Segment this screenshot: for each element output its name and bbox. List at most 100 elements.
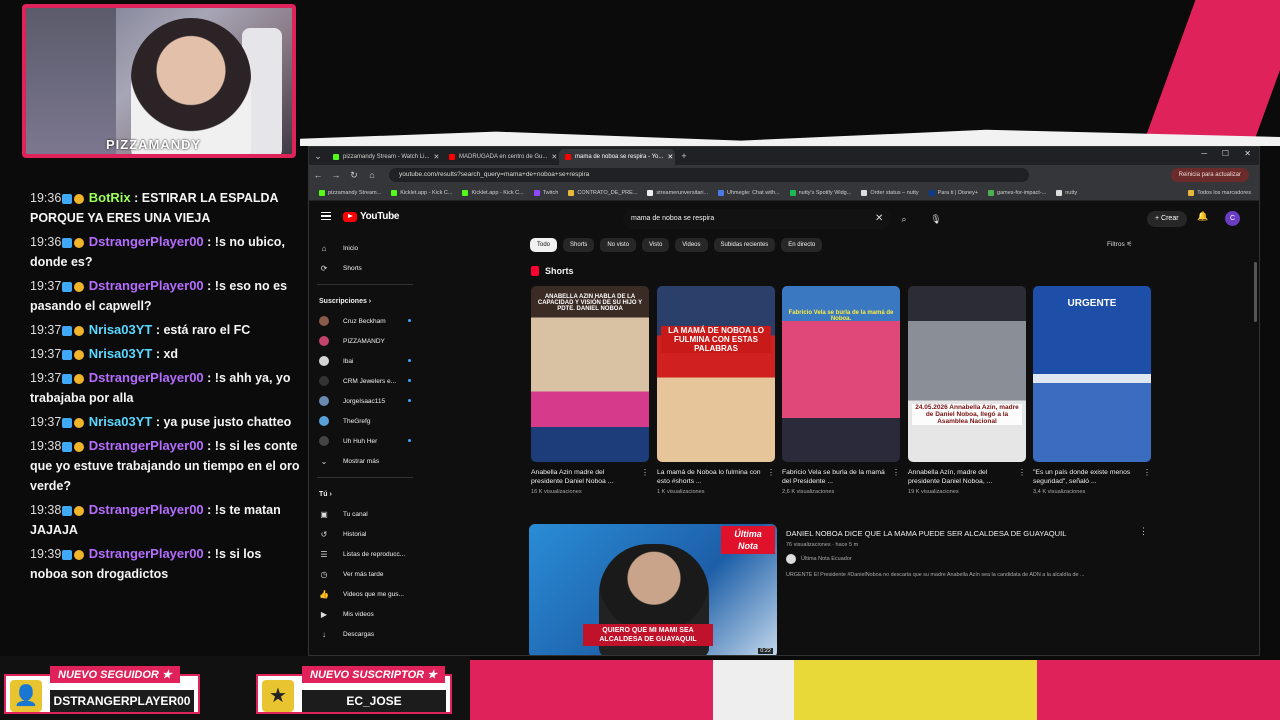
bookmark-item[interactable]: CONTRATO_DE_PRE... bbox=[568, 189, 637, 196]
short-card[interactable]: 24.05.2026 Annabella Azín, madre de Dani… bbox=[908, 286, 1026, 495]
home-icon[interactable]: ⌂ bbox=[363, 170, 381, 180]
sidebar-item-you[interactable]: 👍 Videos que me gus... bbox=[309, 584, 421, 604]
close-window-icon[interactable]: ✕ bbox=[1244, 149, 1251, 158]
sidebar-item-subscription[interactable]: TheGrefg bbox=[309, 411, 421, 431]
short-thumbnail[interactable]: Fabricio Vela se burla de la mamá de Nob… bbox=[782, 286, 900, 462]
subscriptions-header[interactable]: Suscripciones › bbox=[309, 291, 421, 311]
bookmark-item[interactable]: nutty's Spotify Widg... bbox=[789, 189, 851, 196]
short-thumbnail[interactable]: ANABELLA AZIN HABLA DE LA CAPACIDAD Y VI… bbox=[531, 286, 649, 462]
short-title[interactable]: Annabella Azín, madre del presidente Dan… bbox=[908, 468, 1026, 486]
bookmark-item[interactable]: Twitch bbox=[533, 189, 558, 196]
chat-username[interactable]: DstrangerPlayer00 bbox=[89, 370, 204, 385]
more-options-icon[interactable]: ⋮ bbox=[641, 468, 649, 477]
close-icon[interactable]: ✕ bbox=[433, 153, 439, 161]
short-title[interactable]: "Es un país donde existe menos seguridad… bbox=[1033, 468, 1151, 486]
more-options-icon[interactable]: ⋮ bbox=[892, 468, 900, 477]
you-header[interactable]: Tú › bbox=[309, 484, 421, 504]
close-icon[interactable]: ✕ bbox=[667, 153, 673, 161]
bookmark-item[interactable]: Kicklet.app - Kick C... bbox=[391, 189, 452, 196]
chat-username[interactable]: Nrisa03YT bbox=[89, 414, 153, 429]
forward-icon[interactable]: → bbox=[327, 170, 345, 180]
chat-username[interactable]: DstrangerPlayer00 bbox=[89, 234, 204, 249]
sidebar-item-subscription[interactable]: PIZZAMANDY bbox=[309, 331, 421, 351]
hamburger-menu-icon[interactable] bbox=[321, 212, 331, 220]
notifications-bell-icon[interactable]: 🔔 bbox=[1197, 211, 1208, 222]
more-options-icon[interactable]: ⋮ bbox=[767, 468, 775, 477]
sidebar-item-subscription[interactable]: JorgeIsaac115 bbox=[309, 391, 421, 411]
sidebar-item-inicio[interactable]: ⌂ Inicio bbox=[309, 238, 421, 258]
tab-youtube-madrugada[interactable]: MADRUGADA en centro de Gu... ✕ bbox=[443, 149, 559, 165]
account-avatar[interactable]: C bbox=[1225, 211, 1240, 226]
bookmark-item[interactable]: streamerunversitari... bbox=[647, 189, 708, 196]
sidebar-item-you[interactable]: ◷ Ver más tarde bbox=[309, 564, 421, 584]
filter-chip[interactable]: Subidas recientes bbox=[713, 238, 776, 252]
short-title[interactable]: Fabricio Vela se burla de la mamá del Pr… bbox=[782, 468, 900, 486]
short-card[interactable]: Fabricio Vela se burla de la mamá de Nob… bbox=[782, 286, 900, 495]
filter-chip[interactable]: Todo bbox=[530, 238, 558, 252]
filter-chip[interactable]: Shorts bbox=[563, 238, 595, 252]
chat-username[interactable]: DstrangerPlayer00 bbox=[89, 546, 204, 561]
filter-chip[interactable]: En directo bbox=[781, 238, 823, 252]
create-button[interactable]: + Crear bbox=[1147, 211, 1187, 227]
scrollbar[interactable] bbox=[1254, 262, 1257, 322]
relaunch-button[interactable]: Reinicia para actualizar bbox=[1170, 168, 1249, 182]
chat-username[interactable]: BotRix bbox=[89, 190, 131, 205]
maximize-icon[interactable]: ☐ bbox=[1222, 149, 1229, 158]
chat-username[interactable]: DstrangerPlayer00 bbox=[89, 438, 204, 453]
microphone-icon[interactable]: 🎙 bbox=[927, 210, 945, 228]
filter-chip[interactable]: Videos bbox=[675, 238, 708, 252]
video-thumbnail[interactable]: Última Nota QUIERO QUE MI MAMI SEA ALCALD… bbox=[529, 524, 777, 655]
sidebar-item-you[interactable]: ☰ Listas de reproducc... bbox=[309, 544, 421, 564]
short-card[interactable]: ANABELLA AZIN HABLA DE LA CAPACIDAD Y VI… bbox=[531, 286, 649, 495]
chat-username[interactable]: Nrisa03YT bbox=[89, 346, 153, 361]
reload-icon[interactable]: ↻ bbox=[345, 170, 363, 181]
filters-button[interactable]: Filtros ⚟ bbox=[1107, 240, 1132, 248]
chat-username[interactable]: Nrisa03YT bbox=[89, 322, 153, 337]
bookmark-item[interactable]: Todos los marcadores bbox=[1188, 189, 1251, 196]
bookmark-item[interactable]: games-for-impact-... bbox=[988, 189, 1046, 196]
tab-list-icon[interactable]: ⌄ bbox=[309, 151, 327, 162]
short-title[interactable]: Anabella Azin madre del presidente Danie… bbox=[531, 468, 649, 486]
bookmark-item[interactable]: Kicklet.app - Kick C... bbox=[462, 189, 524, 196]
short-thumbnail[interactable]: 24.05.2026 Annabella Azín, madre de Dani… bbox=[908, 286, 1026, 462]
bookmark-item[interactable]: Uhmegle: Chat with... bbox=[718, 189, 780, 196]
filter-chip[interactable]: Visto bbox=[642, 238, 670, 252]
search-input[interactable]: mama de noboa se respira bbox=[623, 209, 891, 229]
more-options-icon[interactable]: ⋮ bbox=[1139, 526, 1148, 537]
back-icon[interactable]: ← bbox=[309, 170, 327, 180]
sidebar-item-you[interactable]: ▣ Tu canal bbox=[309, 504, 421, 524]
chat-username[interactable]: DstrangerPlayer00 bbox=[89, 502, 204, 517]
short-card[interactable]: LA MAMÁ DE NOBOA LO FULMINA CON ESTAS PA… bbox=[657, 286, 775, 495]
url-field[interactable]: youtube.com/results?search_query=mama+de… bbox=[389, 168, 1029, 182]
sidebar-item-subscription[interactable]: Ibai bbox=[309, 351, 421, 371]
sidebar-item-shorts[interactable]: ⟳ Shorts bbox=[309, 258, 421, 278]
sidebar-item-subscription[interactable]: Cruz Beckham bbox=[309, 311, 421, 331]
short-card[interactable]: URGENTE "Es un país donde existe menos se… bbox=[1033, 286, 1151, 495]
chat-username[interactable]: DstrangerPlayer00 bbox=[89, 278, 204, 293]
bookmark-item[interactable]: nutty bbox=[1056, 189, 1077, 196]
video-title[interactable]: DANIEL NOBOA DICE QUE LA MAMA PUEDE SER … bbox=[786, 529, 1126, 538]
sidebar-item-subscription[interactable]: CRM Jewelers e... bbox=[309, 371, 421, 391]
video-channel[interactable]: Última Nota Ecuador bbox=[786, 554, 852, 564]
more-options-icon[interactable]: ⋮ bbox=[1018, 468, 1026, 477]
short-thumbnail[interactable]: LA MAMÁ DE NOBOA LO FULMINA CON ESTAS PA… bbox=[657, 286, 775, 462]
bookmark-item[interactable]: Order status – nutty bbox=[861, 189, 919, 196]
filter-chip[interactable]: No visto bbox=[600, 238, 637, 252]
show-more-button[interactable]: ⌄ Mostrar más bbox=[309, 451, 421, 471]
close-icon[interactable]: ✕ bbox=[551, 153, 557, 161]
bookmark-item[interactable]: Para ti | Disney+ bbox=[928, 189, 978, 196]
search-icon[interactable]: ⌕ bbox=[893, 209, 915, 229]
new-tab-icon[interactable]: + bbox=[675, 151, 693, 161]
sidebar-item-subscription[interactable]: Uh Huh Her bbox=[309, 431, 421, 451]
more-options-icon[interactable]: ⋮ bbox=[1143, 468, 1151, 477]
short-thumbnail[interactable]: URGENTE bbox=[1033, 286, 1151, 462]
clear-search-icon[interactable]: ✕ bbox=[875, 209, 883, 229]
minimize-icon[interactable]: ─ bbox=[1201, 149, 1207, 158]
sidebar-item-you[interactable]: ▶ Mis videos bbox=[309, 604, 421, 624]
bookmark-item[interactable]: pizzamandy Stream... bbox=[319, 189, 381, 196]
tab-youtube-search[interactable]: mama de noboa se respira - Yo... ✕ bbox=[559, 149, 675, 165]
tab-kick-stream[interactable]: pizzamandy Stream - Watch Li... ✕ bbox=[327, 149, 443, 165]
short-title[interactable]: La mamá de Noboa lo fulmina con esto #sh… bbox=[657, 468, 775, 486]
sidebar-item-you[interactable]: ↺ Historial bbox=[309, 524, 421, 544]
sidebar-item-you[interactable]: ↓ Descargas bbox=[309, 624, 421, 644]
